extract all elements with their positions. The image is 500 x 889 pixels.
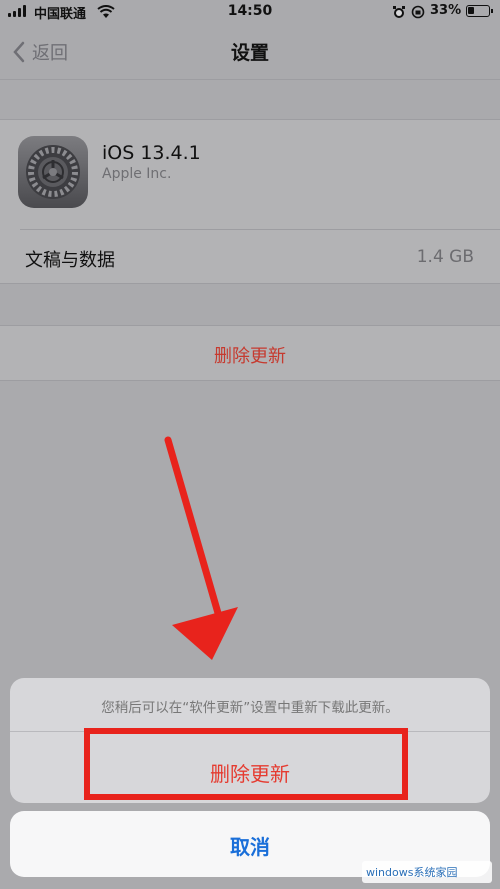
update-name: iOS 13.4.1 <box>102 142 201 164</box>
cancel-label: 取消 <box>230 835 270 859</box>
annotation-arrow-icon <box>164 436 238 660</box>
row-divider <box>20 229 500 230</box>
update-developer: Apple Inc. <box>102 166 172 182</box>
battery-icon <box>466 5 493 17</box>
documents-data-label: 文稿与数据 <box>25 250 115 271</box>
watermark-text: windows系统家园 <box>366 866 458 879</box>
orientation-lock-icon <box>411 5 425 19</box>
settings-gear-icon <box>18 136 88 208</box>
navigation-bar: 返回 设置 <box>0 24 500 80</box>
status-bar: 中国联通 14:50 33% <box>0 0 500 24</box>
annotation-highlight-box <box>84 728 408 800</box>
page-title: 设置 <box>230 42 269 64</box>
delete-update-label: 删除更新 <box>214 346 286 367</box>
status-time: 14:50 <box>227 3 273 19</box>
delete-update-row[interactable]: 删除更新 <box>0 325 500 381</box>
watermark-logo: windows系统家园 <box>362 861 492 883</box>
battery-percent: 33% <box>430 3 462 18</box>
action-sheet-message: 您稍后可以在“软件更新”设置中重新下载此更新。 <box>101 700 399 716</box>
documents-data-size: 1.4 GB <box>416 247 474 267</box>
alarm-clock-icon <box>393 6 405 18</box>
